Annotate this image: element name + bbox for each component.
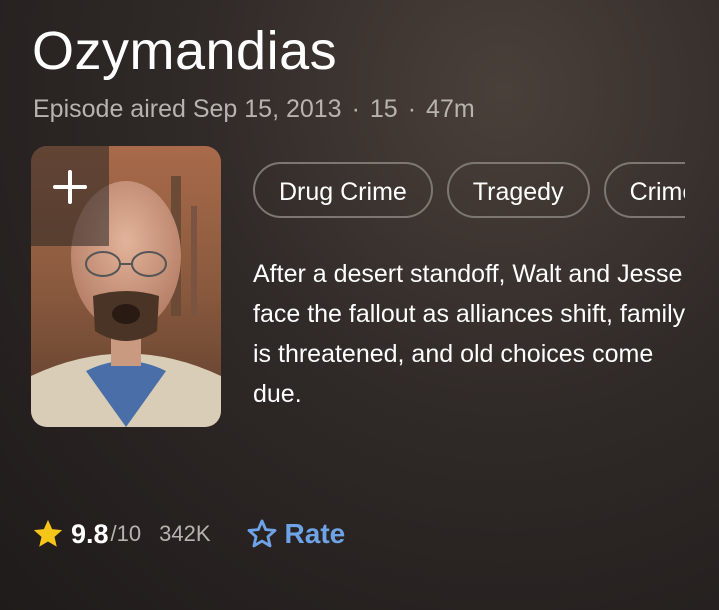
episode-title: Ozymandias bbox=[32, 21, 338, 81]
rate-button[interactable]: Rate bbox=[245, 517, 346, 551]
star-icon bbox=[33, 519, 63, 547]
genre-chip-drug-crime[interactable]: Drug Crime bbox=[253, 162, 433, 218]
genre-chip-tragedy[interactable]: Tragedy bbox=[446, 162, 590, 218]
rating-row: 9.8 /10 342K Rate bbox=[31, 512, 345, 556]
episode-poster[interactable] bbox=[31, 146, 221, 427]
vote-count: 342K bbox=[159, 521, 211, 546]
watchlist-ribbon[interactable] bbox=[31, 146, 109, 246]
episode-description: After a desert standoff, Walt and Jesse … bbox=[253, 260, 686, 408]
air-date: Episode aired Sep 15, 2013 bbox=[33, 95, 342, 123]
plus-icon bbox=[53, 170, 87, 204]
meta-separator: · bbox=[407, 95, 417, 123]
episode-meta: Episode aired Sep 15, 2013 · 15 · 47m bbox=[33, 92, 475, 126]
certificate: 15 bbox=[369, 95, 398, 123]
star-outline-icon bbox=[247, 519, 276, 548]
rating-scale: /10 bbox=[110, 521, 142, 546]
genre-chip-crime[interactable]: Crime bbox=[603, 162, 685, 218]
rating-score: 9.8 bbox=[71, 518, 109, 549]
genre-chips: Drug CrimeTragedyCrime bbox=[253, 162, 685, 222]
rate-label: Rate bbox=[284, 518, 346, 549]
meta-separator: · bbox=[351, 95, 360, 123]
runtime: 47m bbox=[426, 95, 475, 123]
